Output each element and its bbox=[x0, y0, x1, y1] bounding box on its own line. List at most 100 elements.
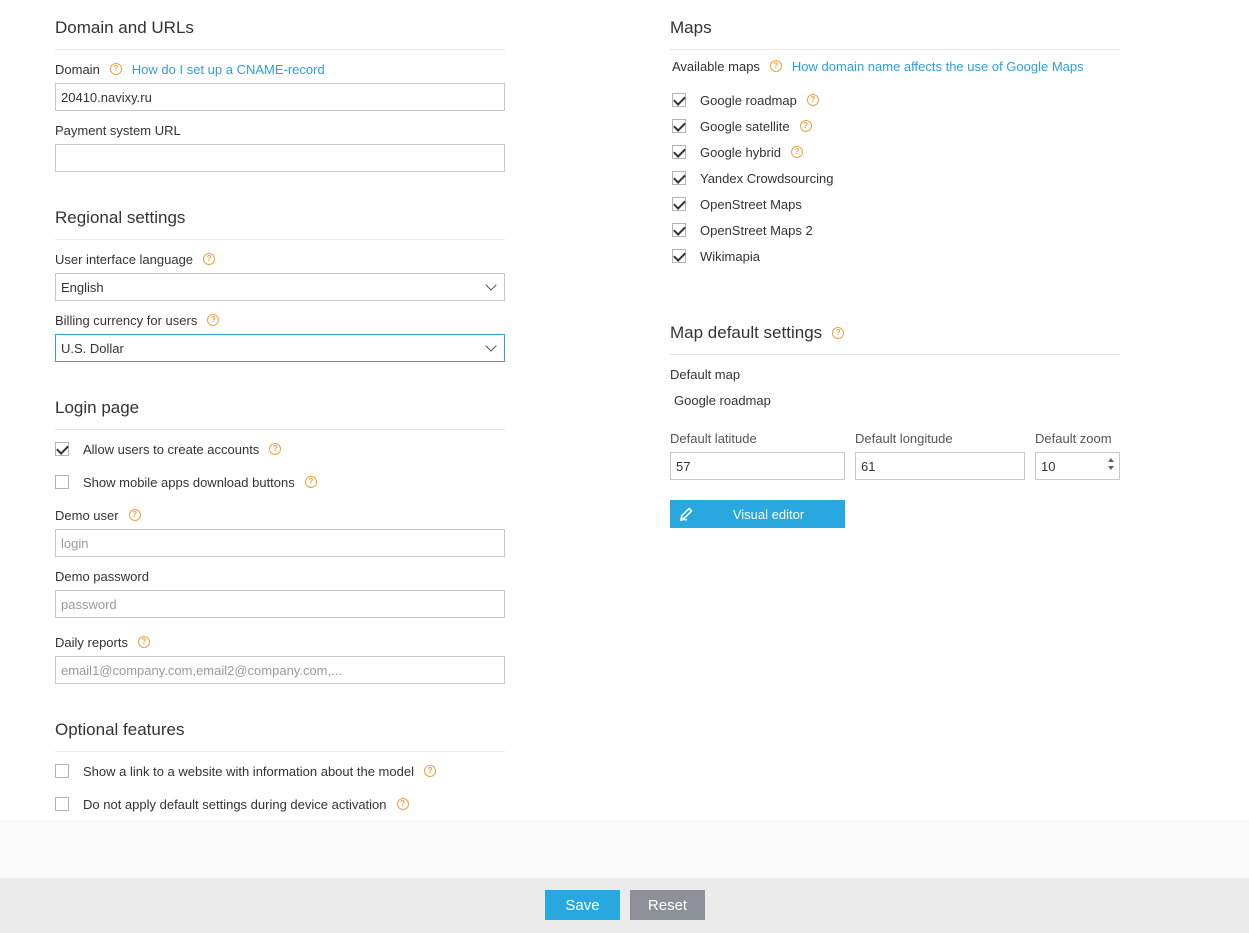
section-title-optional: Optional features bbox=[55, 702, 505, 752]
footer-bar bbox=[0, 878, 1249, 933]
map-checkbox[interactable] bbox=[672, 249, 686, 263]
map-defaults-section: Map default settings ? bbox=[670, 305, 1120, 355]
help-icon[interactable]: ? bbox=[137, 636, 150, 648]
map-checkbox[interactable] bbox=[672, 171, 686, 185]
currency-label-row: Billing currency for users ? bbox=[55, 310, 220, 330]
cname-help-link[interactable]: How do I set up a CNAME-record bbox=[132, 62, 325, 77]
help-icon[interactable]: ? bbox=[423, 765, 436, 777]
longitude-label: Default longitude bbox=[855, 430, 953, 446]
help-icon[interactable]: ? bbox=[769, 60, 782, 72]
visual-editor-button[interactable]: Visual editor bbox=[670, 500, 845, 528]
help-icon[interactable]: ? bbox=[790, 146, 803, 158]
no-default-checkbox[interactable] bbox=[55, 797, 69, 811]
help-icon[interactable]: ? bbox=[203, 253, 216, 265]
visual-editor-label: Visual editor bbox=[732, 506, 805, 522]
allow-accounts-checkbox[interactable] bbox=[55, 442, 69, 456]
map-checkbox[interactable] bbox=[672, 223, 686, 237]
default-map-value[interactable]: Google roadmap bbox=[674, 393, 771, 408]
help-icon[interactable]: ? bbox=[109, 63, 122, 75]
map-item: Google satellite ? bbox=[672, 113, 833, 139]
default-map-label: Default map bbox=[670, 366, 741, 382]
google-maps-help-link[interactable]: How domain name affects the use of Googl… bbox=[792, 59, 1084, 74]
domain-label-row: Domain ? How do I set up a CNAME-record bbox=[55, 59, 325, 79]
model-link-row: Show a link to a website with informatio… bbox=[55, 761, 436, 781]
language-select[interactable]: English bbox=[55, 273, 505, 301]
map-item: Google hybrid ? bbox=[672, 139, 833, 165]
map-item-label: Google satellite bbox=[700, 118, 790, 134]
language-label: User interface language bbox=[55, 251, 194, 267]
map-checkbox[interactable] bbox=[672, 119, 686, 133]
demo-password-input[interactable] bbox=[55, 590, 505, 618]
spin-up-icon[interactable] bbox=[1108, 458, 1114, 462]
daily-reports-label: Daily reports bbox=[55, 634, 128, 650]
section-title-maps: Maps bbox=[670, 0, 1120, 50]
help-icon[interactable]: ? bbox=[396, 798, 409, 810]
longitude-input[interactable] bbox=[855, 452, 1025, 480]
map-item: Google roadmap ? bbox=[672, 87, 833, 113]
domain-label: Domain bbox=[55, 61, 100, 77]
currency-label: Billing currency for users bbox=[55, 312, 198, 328]
domain-section: Domain and URLs bbox=[55, 0, 505, 50]
section-title-regional: Regional settings bbox=[55, 190, 505, 240]
map-defaults-title: Map default settings bbox=[670, 322, 823, 342]
currency-select[interactable]: U.S. Dollar bbox=[55, 334, 505, 362]
page-bottom-area bbox=[0, 820, 1249, 878]
language-select-value: English bbox=[61, 279, 104, 295]
daily-reports-label-row: Daily reports ? bbox=[55, 632, 150, 652]
map-item-label: Google hybrid bbox=[700, 144, 781, 160]
map-checkbox[interactable] bbox=[672, 197, 686, 211]
help-icon[interactable]: ? bbox=[304, 476, 317, 488]
demo-user-label-row: Demo user ? bbox=[55, 505, 141, 525]
map-item-label: Google roadmap bbox=[700, 92, 797, 108]
optional-section: Optional features bbox=[55, 702, 505, 752]
help-icon[interactable]: ? bbox=[806, 94, 819, 106]
help-icon[interactable]: ? bbox=[269, 443, 282, 455]
help-icon[interactable]: ? bbox=[799, 120, 812, 132]
chevron-down-icon bbox=[485, 340, 497, 352]
demo-password-label: Demo password bbox=[55, 568, 149, 584]
no-default-label: Do not apply default settings during dev… bbox=[83, 796, 387, 812]
payment-label-row: Payment system URL bbox=[55, 120, 181, 140]
longitude-label-row: Default longitude bbox=[855, 428, 953, 448]
help-icon[interactable]: ? bbox=[207, 314, 220, 326]
mobile-buttons-row: Show mobile apps download buttons ? bbox=[55, 472, 317, 492]
mobile-buttons-checkbox[interactable] bbox=[55, 475, 69, 489]
zoom-label: Default zoom bbox=[1035, 430, 1112, 446]
model-link-label: Show a link to a website with informatio… bbox=[83, 763, 414, 779]
payment-url-label: Payment system URL bbox=[55, 122, 181, 138]
currency-select-value: U.S. Dollar bbox=[61, 340, 124, 356]
save-button[interactable]: Save bbox=[545, 890, 620, 920]
latitude-label: Default latitude bbox=[670, 430, 757, 446]
payment-url-input[interactable] bbox=[55, 144, 505, 172]
no-default-row: Do not apply default settings during dev… bbox=[55, 794, 409, 814]
section-title-login: Login page bbox=[55, 380, 505, 430]
maps-section: Maps bbox=[670, 0, 1120, 50]
latitude-label-row: Default latitude bbox=[670, 428, 757, 448]
latitude-input[interactable] bbox=[670, 452, 845, 480]
map-checkbox[interactable] bbox=[672, 145, 686, 159]
regional-section: Regional settings bbox=[55, 190, 505, 240]
map-item: OpenStreet Maps 2 bbox=[672, 217, 833, 243]
demo-user-input[interactable] bbox=[55, 529, 505, 557]
help-icon[interactable]: ? bbox=[128, 509, 141, 521]
map-item: Wikimapia bbox=[672, 243, 833, 269]
zoom-label-row: Default zoom bbox=[1035, 428, 1112, 448]
map-item: OpenStreet Maps bbox=[672, 191, 833, 217]
default-map-label-row: Default map bbox=[670, 364, 740, 384]
reset-button[interactable]: Reset bbox=[630, 890, 705, 920]
chevron-down-icon bbox=[485, 279, 497, 291]
domain-input[interactable] bbox=[55, 83, 505, 111]
spin-down-icon[interactable] bbox=[1108, 466, 1114, 470]
map-checkbox[interactable] bbox=[672, 93, 686, 107]
daily-reports-input[interactable] bbox=[55, 656, 505, 684]
model-link-checkbox[interactable] bbox=[55, 764, 69, 778]
map-item-label: Wikimapia bbox=[700, 248, 760, 264]
map-list: Google roadmap ? Google satellite ? Goog… bbox=[672, 87, 833, 269]
available-maps-label: Available maps bbox=[672, 58, 760, 74]
map-item-label: OpenStreet Maps 2 bbox=[700, 222, 813, 238]
demo-user-label: Demo user bbox=[55, 507, 119, 523]
zoom-stepper[interactable] bbox=[1035, 452, 1120, 480]
help-icon[interactable]: ? bbox=[832, 326, 845, 339]
allow-accounts-label: Allow users to create accounts bbox=[83, 441, 260, 457]
zoom-spinner[interactable] bbox=[1108, 458, 1114, 470]
